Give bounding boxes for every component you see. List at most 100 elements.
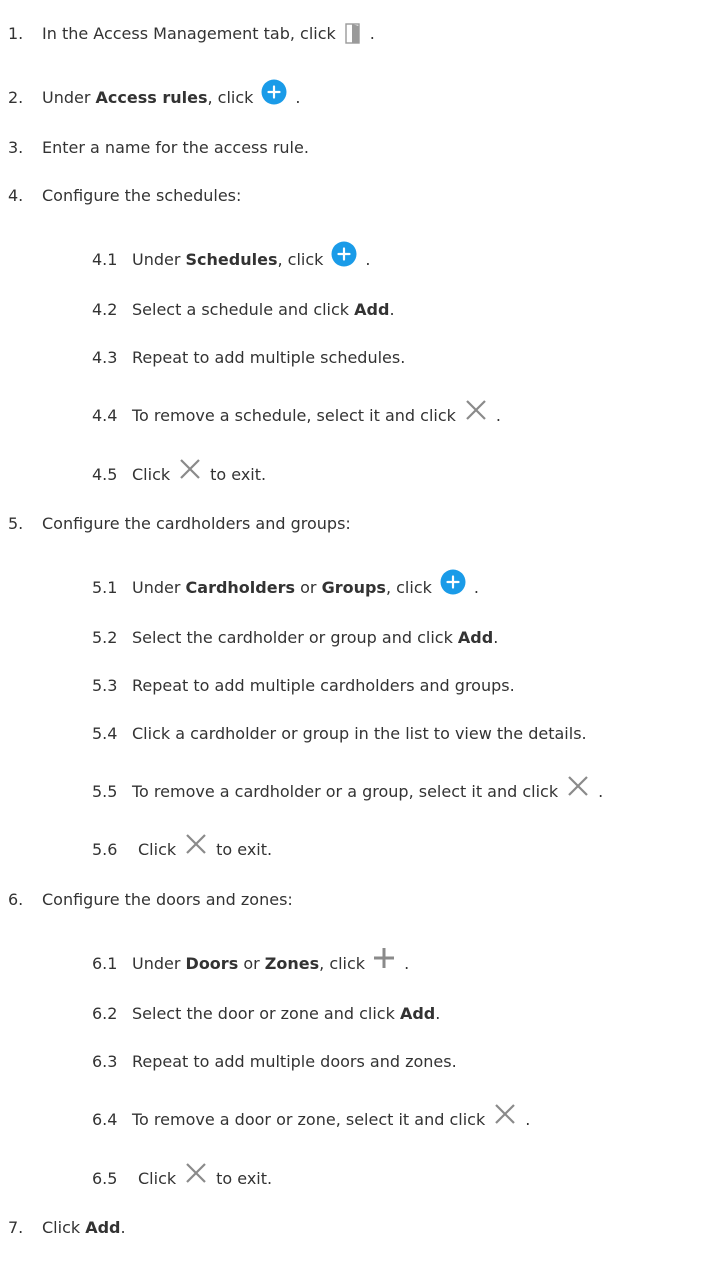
step-pre: Under xyxy=(42,88,91,107)
step-text: Select a schedule and click xyxy=(132,300,350,319)
step-text: Repeat to add multiple schedules. xyxy=(132,348,406,367)
instruction-list: 1. In the Access Management tab, click .… xyxy=(0,0,703,1277)
step-4-3: 4.3 Repeat to add multiple schedules. xyxy=(92,347,405,369)
step-text: Configure the cardholders and groups: xyxy=(42,514,351,533)
door-icon xyxy=(345,23,361,45)
ui-label: Add xyxy=(399,1004,436,1023)
close-icon xyxy=(185,833,207,855)
step-5: 5. Configure the cardholders and groups: xyxy=(8,513,351,535)
step-pre: Click xyxy=(132,465,171,484)
step-end: . xyxy=(295,88,301,107)
step-text: , click xyxy=(385,578,432,597)
step-pre: Click xyxy=(138,840,177,859)
step-6: 6. Configure the doors and zones: xyxy=(8,889,293,911)
step-text: In the Access Management tab, click xyxy=(42,24,336,43)
step-text: Repeat to add multiple cardholders and g… xyxy=(132,676,515,695)
step-pre: Under xyxy=(132,954,181,973)
step-4-4: 4.4 To remove a schedule, select it and … xyxy=(92,400,501,427)
ui-label: Groups xyxy=(321,578,386,597)
step-5-6: 5.6 Click to exit. xyxy=(92,834,272,861)
step-number: 5.6 xyxy=(92,840,118,859)
add-circle-icon xyxy=(440,569,466,595)
step-7: 7. Click Add. xyxy=(8,1217,126,1239)
step-text: Repeat to add multiple doors and zones. xyxy=(132,1052,457,1071)
step-number: 4.4 xyxy=(92,406,118,425)
step-number: 6.1 xyxy=(92,954,118,973)
step-5-5: 5.5 To remove a cardholder or a group, s… xyxy=(92,776,604,803)
step-text: Configure the doors and zones: xyxy=(42,890,293,909)
ui-label: Cardholders xyxy=(185,578,295,597)
step-pre: Under xyxy=(132,578,181,597)
step-number: 6. xyxy=(8,890,24,909)
step-text: , click xyxy=(207,88,254,107)
close-icon xyxy=(179,458,201,480)
ui-label: Add xyxy=(457,628,494,647)
plus-icon xyxy=(373,947,395,969)
step-6-5: 6.5 Click to exit. xyxy=(92,1163,273,1190)
step-6-3: 6.3 Repeat to add multiple doors and zon… xyxy=(92,1051,457,1073)
step-end: . xyxy=(369,24,375,43)
step-number: 6.2 xyxy=(92,1004,118,1023)
ui-label: Access rules xyxy=(95,88,208,107)
step-number: 5.2 xyxy=(92,628,118,647)
step-number: 7. xyxy=(8,1218,24,1237)
close-icon xyxy=(185,1162,207,1184)
ui-label: Doors xyxy=(185,954,239,973)
step-4-1: 4.1 Under Schedules , click . xyxy=(92,241,371,271)
add-circle-icon xyxy=(261,79,287,105)
step-text: Select the door or zone and click xyxy=(132,1004,395,1023)
step-mid: or xyxy=(300,578,317,597)
step-text: , click xyxy=(319,954,366,973)
step-number: 4. xyxy=(8,186,24,205)
step-6-1: 6.1 Under Doors or Zones , click . xyxy=(92,948,410,975)
step-number: 5.4 xyxy=(92,724,118,743)
step-end: . xyxy=(365,250,371,269)
step-number: 5.3 xyxy=(92,676,118,695)
close-icon xyxy=(465,399,487,421)
step-2: 2. Under Access rules , click . xyxy=(8,79,301,109)
add-circle-icon xyxy=(331,241,357,267)
ui-label: Add xyxy=(354,300,390,319)
step-pre: Click xyxy=(42,1218,81,1237)
step-end: . xyxy=(495,406,501,425)
step-end: . xyxy=(525,1110,531,1129)
step-4-5: 4.5 Click to exit. xyxy=(92,459,267,486)
ui-label: Add xyxy=(85,1218,121,1237)
step-number: 6.3 xyxy=(92,1052,118,1071)
step-number: 2. xyxy=(8,88,24,107)
step-end: . xyxy=(473,578,479,597)
step-number: 6.5 xyxy=(92,1169,118,1188)
step-end: . xyxy=(404,954,410,973)
step-number: 1. xyxy=(8,24,24,43)
step-5-3: 5.3 Repeat to add multiple cardholders a… xyxy=(92,675,515,697)
step-5-2: 5.2 Select the cardholder or group and c… xyxy=(92,627,498,649)
step-3: 3. Enter a name for the access rule. xyxy=(8,137,309,159)
step-end: . xyxy=(389,300,395,319)
step-number: 4.2 xyxy=(92,300,118,319)
step-text: , click xyxy=(277,250,324,269)
step-4-2: 4.2 Select a schedule and click Add. xyxy=(92,299,395,321)
step-number: 5. xyxy=(8,514,24,533)
step-number: 5.1 xyxy=(92,578,118,597)
step-end: . xyxy=(598,782,604,801)
step-5-1: 5.1 Under Cardholders or Groups , click … xyxy=(92,569,479,599)
ui-label: Schedules xyxy=(185,250,278,269)
step-number: 5.5 xyxy=(92,782,118,801)
step-pre: Under xyxy=(132,250,181,269)
step-number: 4.5 xyxy=(92,465,118,484)
step-pre: Click xyxy=(138,1169,177,1188)
close-icon xyxy=(567,775,589,797)
step-mid: or xyxy=(243,954,260,973)
step-text: Click a cardholder or group in the list … xyxy=(132,724,587,743)
step-number: 6.4 xyxy=(92,1110,118,1129)
step-end: . xyxy=(120,1218,126,1237)
step-text: to exit. xyxy=(210,465,267,484)
step-5-4: 5.4 Click a cardholder or group in the l… xyxy=(92,723,587,745)
step-text: Enter a name for the access rule. xyxy=(42,138,309,157)
step-1: 1. In the Access Management tab, click . xyxy=(8,23,375,45)
step-6-4: 6.4 To remove a door or zone, select it … xyxy=(92,1104,531,1131)
step-6-2: 6.2 Select the door or zone and click Ad… xyxy=(92,1003,440,1025)
step-text: to exit. xyxy=(216,1169,273,1188)
step-text: Configure the schedules: xyxy=(42,186,242,205)
step-text: To remove a schedule, select it and clic… xyxy=(132,406,456,425)
